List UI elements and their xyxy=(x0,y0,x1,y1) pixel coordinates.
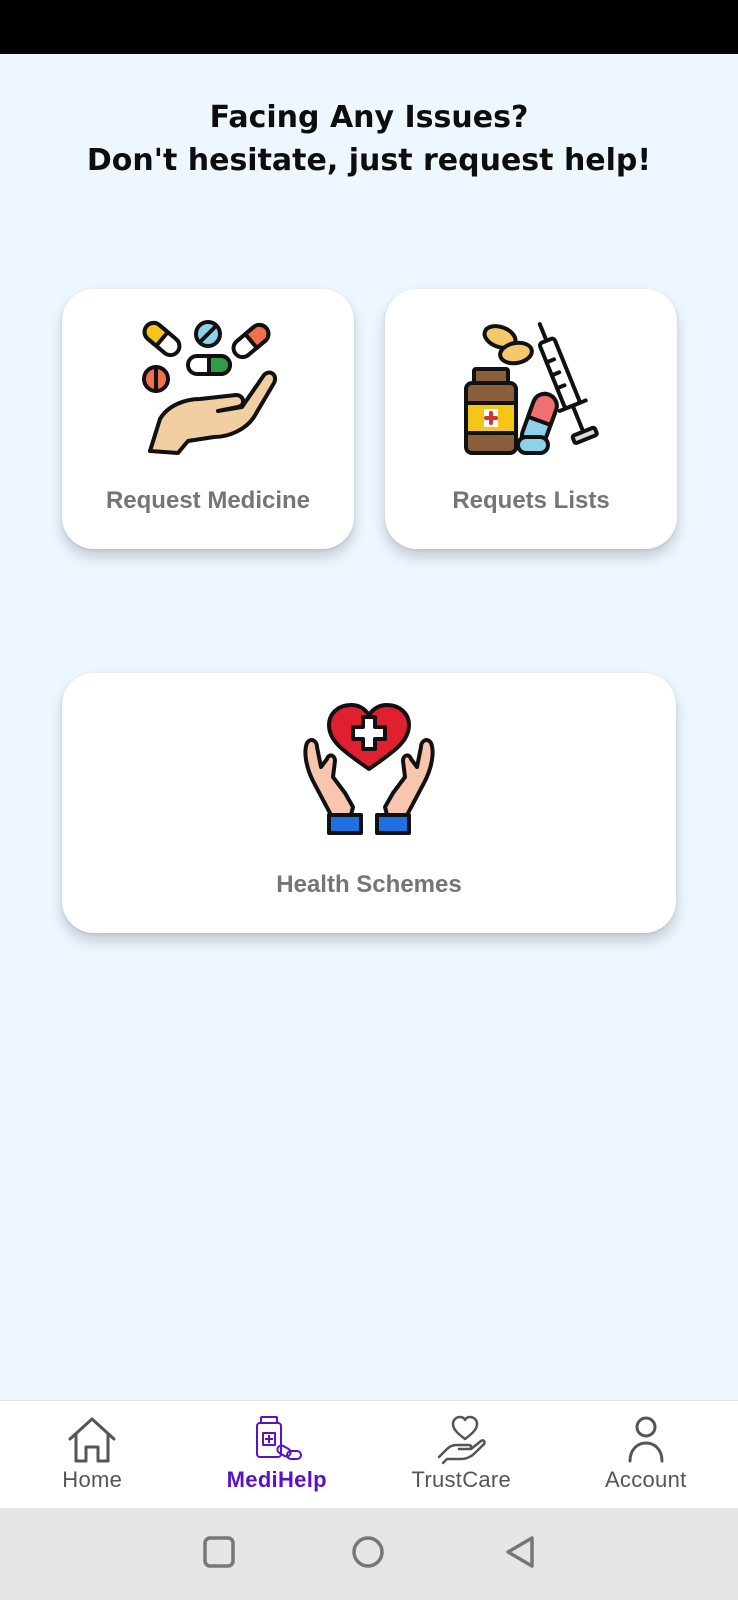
health-schemes-label: Health Schemes xyxy=(276,871,462,898)
request-lists-label: Requets Lists xyxy=(452,487,610,514)
nav-label-account: Account xyxy=(604,1467,687,1492)
circle-home-icon[interactable] xyxy=(350,1534,386,1570)
health-schemes-card[interactable]: Health Schemes xyxy=(62,673,676,933)
triangle-back-icon[interactable] xyxy=(502,1534,538,1570)
home-icon xyxy=(68,1417,116,1463)
system-navigation-bar xyxy=(0,1508,738,1600)
page-headline: Facing Any Issues? Don't hesitate, just … xyxy=(0,96,738,182)
nav-label-home: Home xyxy=(62,1467,123,1492)
nav-label-medihelp: MediHelp xyxy=(226,1467,327,1492)
nav-item-medihelp[interactable]: MediHelp xyxy=(185,1401,370,1508)
request-medicine-label: Request Medicine xyxy=(105,487,311,514)
medicine-bottle-syringe-icon xyxy=(464,322,599,455)
nav-item-home[interactable]: Home xyxy=(0,1401,185,1508)
person-icon xyxy=(628,1416,664,1463)
request-medicine-card[interactable]: Request Medicine xyxy=(62,289,354,549)
headline-line-2: Don't hesitate, just request help! xyxy=(86,143,652,178)
nav-item-trustcare[interactable]: TrustCare xyxy=(369,1401,554,1508)
medicine-icon xyxy=(255,1416,302,1460)
hand-heart-icon xyxy=(438,1415,487,1465)
nav-label-trustcare: TrustCare xyxy=(411,1467,512,1492)
request-lists-card[interactable]: Requets Lists xyxy=(385,289,677,549)
nav-item-account[interactable]: Account xyxy=(554,1401,738,1508)
bottom-navigation: Home MediHelp TrustCare Account xyxy=(0,1400,738,1508)
hand-with-pills-icon xyxy=(142,320,277,455)
status-bar xyxy=(0,0,738,54)
headline-line-1: Facing Any Issues? xyxy=(209,100,529,135)
square-recents-icon[interactable] xyxy=(201,1534,237,1570)
hands-holding-heart-icon xyxy=(303,703,435,835)
